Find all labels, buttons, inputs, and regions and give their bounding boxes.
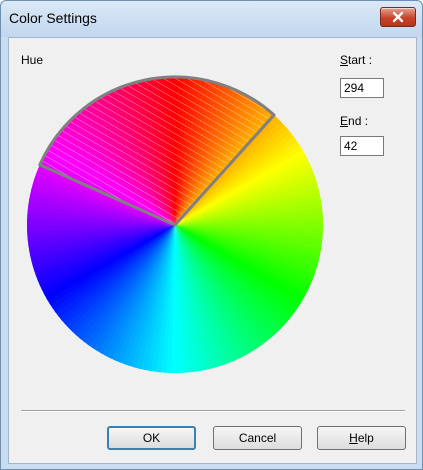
dialog-body: Hue Start : End : OK Cancel Help (8, 37, 417, 464)
window-title: Color Settings (9, 10, 97, 26)
cancel-button[interactable]: Cancel (213, 426, 302, 450)
close-button[interactable] (380, 7, 416, 27)
end-label: End : (340, 114, 369, 128)
hue-label: Hue (21, 53, 44, 67)
color-settings-window: Color Settings Hue Start : End : OK Canc… (0, 0, 423, 470)
start-label: Start : (340, 53, 373, 67)
hue-wheel[interactable] (25, 75, 325, 375)
start-input[interactable] (340, 78, 384, 98)
ok-button[interactable]: OK (107, 426, 196, 450)
help-button[interactable]: Help (317, 426, 406, 450)
title-bar: Color Settings (1, 1, 422, 37)
close-icon (392, 11, 404, 23)
end-input[interactable] (340, 136, 384, 156)
separator (21, 410, 405, 412)
